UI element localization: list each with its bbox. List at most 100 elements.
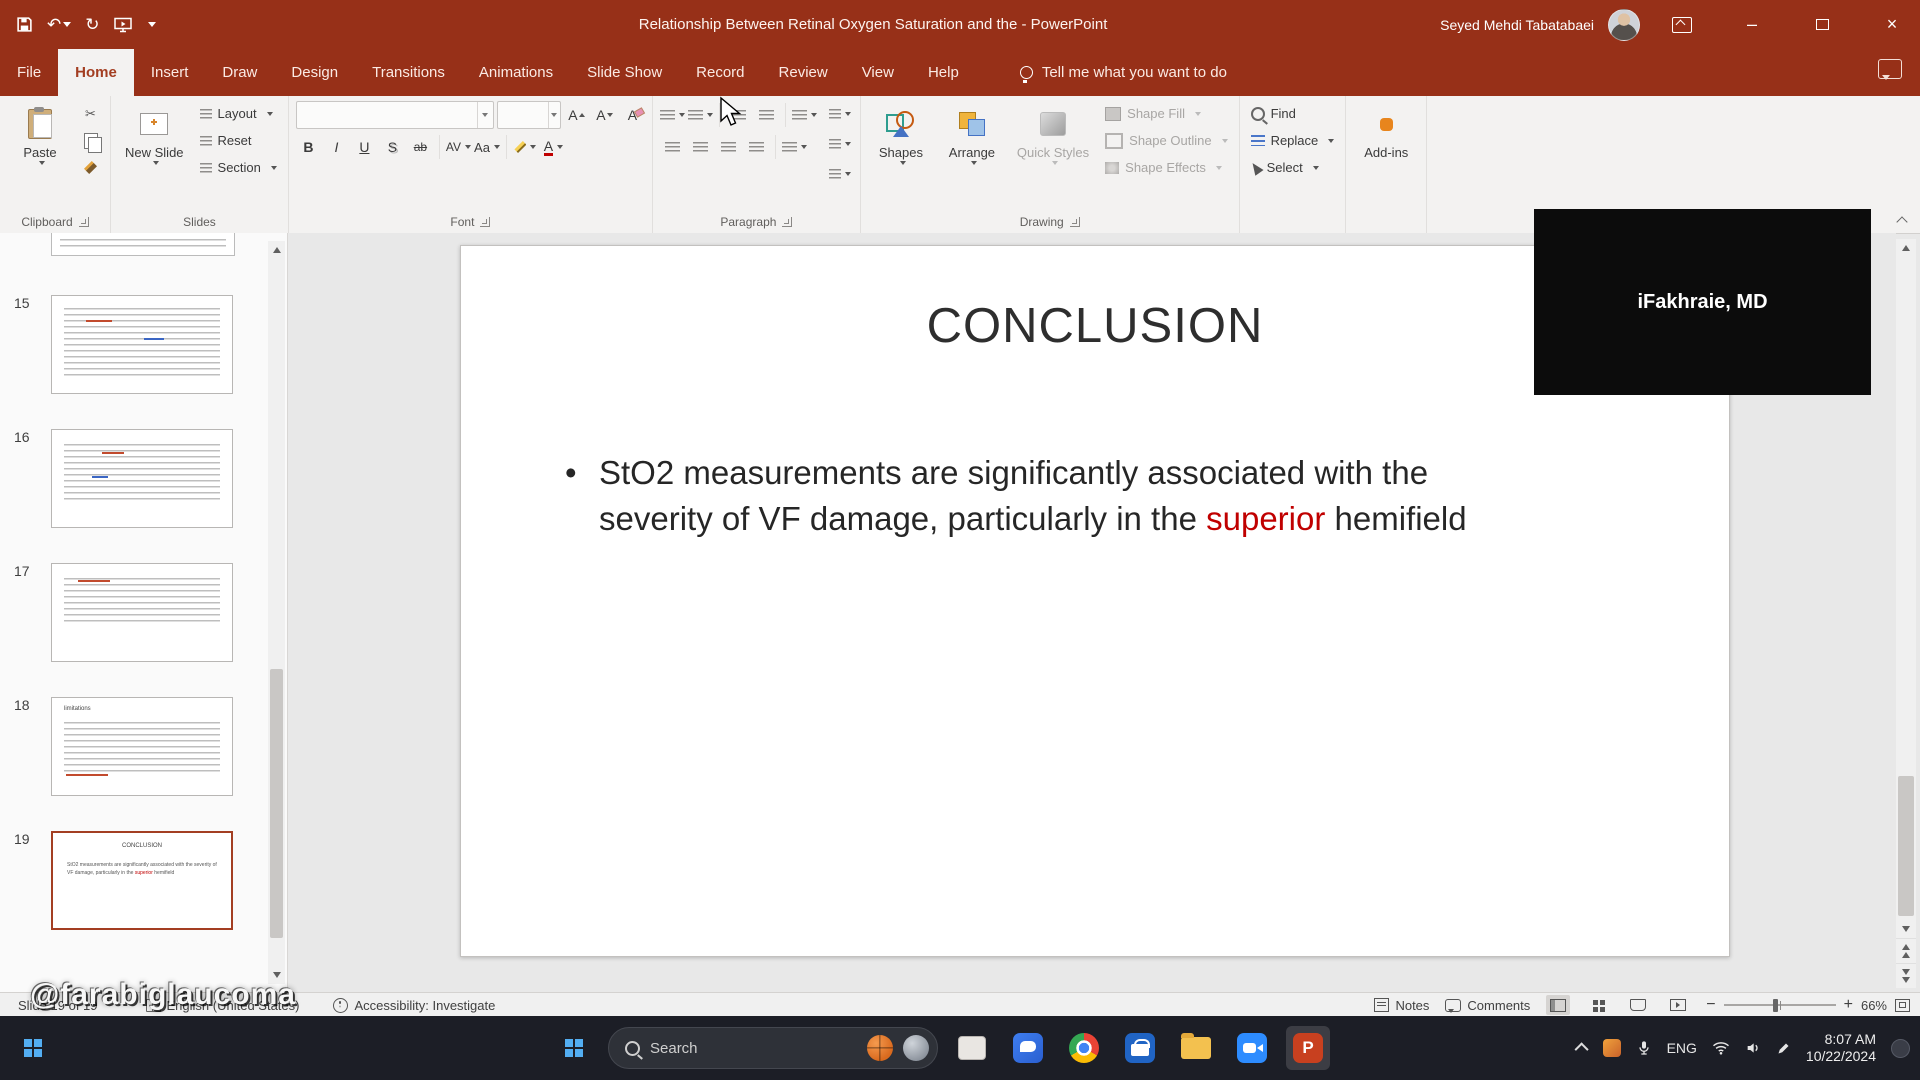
format-painter-button[interactable]: [78, 155, 103, 180]
redo-button[interactable]: ↻: [85, 15, 99, 35]
increase-font-size-button[interactable]: A: [564, 103, 589, 128]
slide-thumbnail[interactable]: [51, 295, 233, 394]
slide-thumbnail[interactable]: [51, 563, 233, 662]
undo-dropdown-icon[interactable]: [63, 22, 72, 27]
minimize-button[interactable]: –: [1724, 0, 1780, 49]
select-button[interactable]: Select: [1247, 155, 1339, 180]
start-button-corner[interactable]: [24, 1016, 42, 1080]
notification-badge[interactable]: [1891, 1038, 1910, 1058]
zoom-percent[interactable]: 66%: [1861, 998, 1887, 1013]
thumbnail-scrollbar[interactable]: [268, 241, 285, 984]
tab-transitions[interactable]: Transitions: [355, 49, 462, 96]
tell-me-box[interactable]: Tell me what you want to do: [1019, 49, 1227, 96]
bullets-button[interactable]: [659, 103, 685, 128]
tray-app-icon[interactable]: [1602, 1039, 1621, 1057]
font-size-combo[interactable]: [496, 101, 561, 129]
wifi-icon[interactable]: [1712, 1041, 1730, 1055]
bold-button[interactable]: B: [296, 135, 321, 160]
taskbar-search[interactable]: Search: [608, 1027, 938, 1069]
slide-thumbnail-partial[interactable]: [51, 233, 235, 256]
zoom-out-button[interactable]: −: [1706, 996, 1715, 1014]
shape-effects-button[interactable]: Shape Effects: [1101, 155, 1231, 180]
taskbar-zoom[interactable]: [1230, 1026, 1274, 1070]
clear-formatting-button[interactable]: A: [620, 103, 645, 128]
font-size-input[interactable]: [497, 102, 548, 128]
new-slide-button[interactable]: New Slide: [118, 101, 191, 211]
change-case-button[interactable]: Aa: [474, 135, 500, 160]
start-button[interactable]: [552, 1026, 596, 1070]
text-highlight-button[interactable]: [513, 135, 538, 160]
justify-button[interactable]: [744, 135, 769, 160]
slide-body-text[interactable]: • StO2 measurements are significantly as…: [565, 450, 1639, 541]
user-name[interactable]: Seyed Mehdi Tabatabaei: [1440, 17, 1594, 33]
undo-button[interactable]: ↶: [47, 15, 72, 35]
search-extra-icon[interactable]: [903, 1035, 929, 1061]
columns-button[interactable]: [781, 135, 807, 160]
align-text-button[interactable]: [828, 131, 853, 156]
align-right-button[interactable]: [716, 135, 741, 160]
tab-help[interactable]: Help: [911, 49, 976, 96]
ribbon-display-options-button[interactable]: [1654, 0, 1710, 49]
font-color-button[interactable]: A: [541, 135, 566, 160]
cut-button[interactable]: ✂: [78, 101, 103, 126]
comments-pane-icon[interactable]: [1878, 59, 1902, 80]
taskbar-file-explorer[interactable]: [1174, 1026, 1218, 1070]
pen-icon[interactable]: [1776, 1041, 1791, 1056]
slide-thumbnail[interactable]: limitations: [51, 697, 233, 796]
next-slide-button[interactable]: [1896, 963, 1916, 988]
scroll-up-icon[interactable]: [1896, 239, 1916, 257]
layout-button[interactable]: Layout: [196, 101, 281, 126]
basketball-icon[interactable]: [867, 1035, 893, 1061]
drawing-dialog-launcher[interactable]: [1069, 217, 1080, 227]
zoom-slider[interactable]: [1723, 998, 1836, 1012]
decrease-font-size-button[interactable]: A: [592, 103, 617, 128]
shape-fill-button[interactable]: Shape Fill: [1101, 101, 1231, 126]
previous-slide-button[interactable]: [1896, 938, 1916, 963]
slide-sorter-button[interactable]: [1586, 995, 1610, 1015]
scrollbar-thumb[interactable]: [1898, 776, 1914, 916]
qat-customize-button[interactable]: [146, 22, 156, 27]
strikethrough-button[interactable]: ab: [408, 135, 433, 160]
tab-home[interactable]: Home: [58, 49, 134, 96]
quick-styles-button[interactable]: Quick Styles: [1010, 101, 1096, 211]
font-name-combo[interactable]: [295, 101, 494, 129]
taskbar-clock[interactable]: 8:07 AM 10/22/2024: [1806, 1031, 1876, 1066]
tab-view[interactable]: View: [845, 49, 911, 96]
replace-button[interactable]: Replace: [1247, 128, 1339, 153]
copy-button[interactable]: [78, 128, 103, 153]
save-icon[interactable]: [16, 16, 33, 33]
text-direction-button[interactable]: [828, 101, 853, 126]
tab-slide-show[interactable]: Slide Show: [570, 49, 679, 96]
zoom-slider-thumb[interactable]: [1772, 998, 1778, 1012]
clipboard-dialog-launcher[interactable]: [78, 217, 89, 227]
addins-button[interactable]: Add-ins: [1353, 101, 1419, 211]
slide-thumbnail-selected[interactable]: CONCLUSION StO2 measurements are signifi…: [51, 831, 233, 930]
reset-button[interactable]: Reset: [196, 128, 281, 153]
paste-button[interactable]: Paste: [7, 101, 73, 211]
tab-record[interactable]: Record: [679, 49, 761, 96]
text-shadow-button[interactable]: S: [380, 135, 405, 160]
tab-animations[interactable]: Animations: [462, 49, 570, 96]
tab-design[interactable]: Design: [274, 49, 355, 96]
line-spacing-button[interactable]: [791, 103, 817, 128]
scroll-up-icon[interactable]: [268, 241, 285, 259]
scrollbar-thumb[interactable]: [270, 669, 283, 938]
character-spacing-button[interactable]: AV: [446, 135, 471, 160]
taskbar-chat[interactable]: [1006, 1026, 1050, 1070]
taskbar-powerpoint[interactable]: P: [1286, 1026, 1330, 1070]
accessibility-status[interactable]: Accessibility: Investigate: [333, 997, 495, 1013]
arrange-button[interactable]: Arrange: [939, 101, 1005, 211]
font-dialog-launcher[interactable]: [480, 217, 491, 227]
numbering-button[interactable]: [687, 103, 713, 128]
restore-button[interactable]: [1794, 0, 1850, 49]
slide-thumbnail[interactable]: [51, 429, 233, 528]
find-button[interactable]: Find: [1247, 101, 1339, 126]
scroll-down-icon[interactable]: [1896, 920, 1916, 938]
volume-icon[interactable]: [1745, 1040, 1761, 1056]
collapse-ribbon-button[interactable]: [1896, 213, 1910, 228]
section-button[interactable]: Section: [196, 155, 281, 180]
close-button[interactable]: ×: [1864, 0, 1920, 49]
slideshow-button[interactable]: [1666, 995, 1690, 1015]
font-size-dropdown-icon[interactable]: [547, 102, 560, 128]
font-name-dropdown-icon[interactable]: [476, 102, 493, 128]
